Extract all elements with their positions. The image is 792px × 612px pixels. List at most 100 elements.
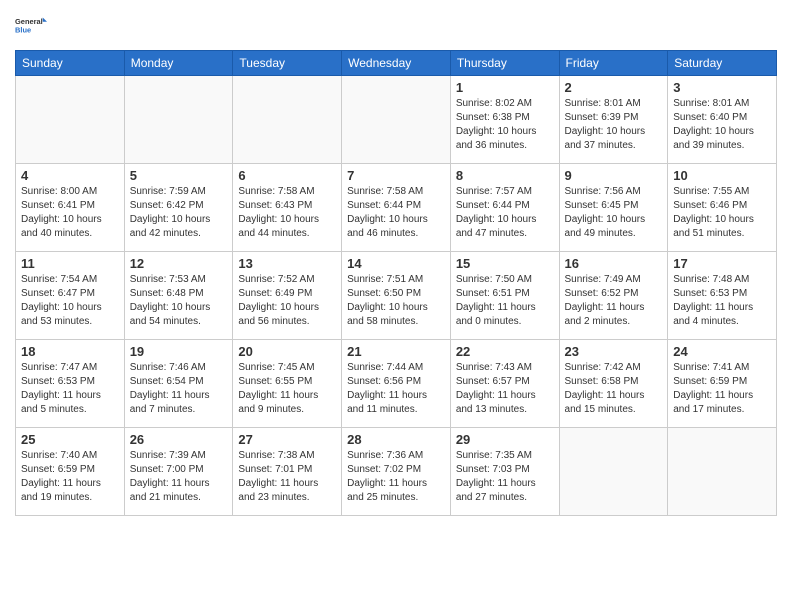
svg-text:General: General [15,17,43,26]
day-number: 3 [673,80,771,95]
day-number: 27 [238,432,336,447]
day-info: Sunrise: 8:01 AM Sunset: 6:39 PM Dayligh… [565,97,663,153]
day-header-tuesday: Tuesday [233,51,342,76]
day-info: Sunrise: 7:55 AM Sunset: 6:46 PM Dayligh… [673,185,771,241]
day-info: Sunrise: 7:44 AM Sunset: 6:56 PM Dayligh… [347,361,445,417]
calendar-cell [342,76,451,164]
calendar-cell: 28 Sunrise: 7:36 AM Sunset: 7:02 PM Dayli… [342,428,451,516]
day-info: Sunrise: 7:58 AM Sunset: 6:43 PM Dayligh… [238,185,336,241]
calendar-cell: 13 Sunrise: 7:52 AM Sunset: 6:49 PM Dayli… [233,252,342,340]
day-number: 2 [565,80,663,95]
calendar-cell [16,76,125,164]
day-info: Sunrise: 7:46 AM Sunset: 6:54 PM Dayligh… [130,361,228,417]
day-number: 1 [456,80,554,95]
day-number: 17 [673,256,771,271]
day-number: 24 [673,344,771,359]
day-number: 18 [21,344,119,359]
day-info: Sunrise: 7:54 AM Sunset: 6:47 PM Dayligh… [21,273,119,329]
calendar-cell: 7 Sunrise: 7:58 AM Sunset: 6:44 PM Daylig… [342,164,451,252]
day-number: 13 [238,256,336,271]
day-number: 4 [21,168,119,183]
day-info: Sunrise: 8:01 AM Sunset: 6:40 PM Dayligh… [673,97,771,153]
day-info: Sunrise: 7:45 AM Sunset: 6:55 PM Dayligh… [238,361,336,417]
calendar-cell: 20Sunrise: 7:45 AM Sunset: 6:55 PM Dayli… [233,340,342,428]
calendar-cell: 15 Sunrise: 7:50 AM Sunset: 6:51 PM Dayli… [450,252,559,340]
day-number: 23 [565,344,663,359]
day-info: Sunrise: 7:51 AM Sunset: 6:50 PM Dayligh… [347,273,445,329]
day-header-wednesday: Wednesday [342,51,451,76]
day-info: Sunrise: 7:39 AM Sunset: 7:00 PM Dayligh… [130,449,228,505]
calendar-cell: 4 Sunrise: 8:00 AM Sunset: 6:41 PM Daylig… [16,164,125,252]
day-number: 9 [565,168,663,183]
day-number: 22 [456,344,554,359]
calendar-cell: 16 Sunrise: 7:49 AM Sunset: 6:52 PM Dayli… [559,252,668,340]
day-info: Sunrise: 7:38 AM Sunset: 7:01 PM Dayligh… [238,449,336,505]
day-number: 29 [456,432,554,447]
day-info: Sunrise: 7:57 AM Sunset: 6:44 PM Dayligh… [456,185,554,241]
day-info: Sunrise: 8:02 AM Sunset: 6:38 PM Dayligh… [456,97,554,153]
day-header-friday: Friday [559,51,668,76]
calendar-cell: 5 Sunrise: 7:59 AM Sunset: 6:42 PM Daylig… [124,164,233,252]
day-info: Sunrise: 7:36 AM Sunset: 7:02 PM Dayligh… [347,449,445,505]
day-number: 25 [21,432,119,447]
day-info: Sunrise: 7:49 AM Sunset: 6:52 PM Dayligh… [565,273,663,329]
day-info: Sunrise: 8:00 AM Sunset: 6:41 PM Dayligh… [21,185,119,241]
calendar-cell: 8 Sunrise: 7:57 AM Sunset: 6:44 PM Daylig… [450,164,559,252]
day-info: Sunrise: 7:56 AM Sunset: 6:45 PM Dayligh… [565,185,663,241]
calendar-cell: 22 Sunrise: 7:43 AM Sunset: 6:57 PM Dayli… [450,340,559,428]
day-info: Sunrise: 7:48 AM Sunset: 6:53 PM Dayligh… [673,273,771,329]
calendar-cell: 14Sunrise: 7:51 AM Sunset: 6:50 PM Dayli… [342,252,451,340]
calendar-cell [233,76,342,164]
calendar-cell: 18Sunrise: 7:47 AM Sunset: 6:53 PM Dayli… [16,340,125,428]
calendar-cell: 29 Sunrise: 7:35 AM Sunset: 7:03 PM Dayli… [450,428,559,516]
calendar-week-row: 1 Sunrise: 8:02 AM Sunset: 6:38 PM Daylig… [16,76,777,164]
day-number: 11 [21,256,119,271]
calendar-cell: 26 Sunrise: 7:39 AM Sunset: 7:00 PM Dayli… [124,428,233,516]
day-number: 8 [456,168,554,183]
day-info: Sunrise: 7:58 AM Sunset: 6:44 PM Dayligh… [347,185,445,241]
day-number: 15 [456,256,554,271]
calendar-cell: 9 Sunrise: 7:56 AM Sunset: 6:45 PM Daylig… [559,164,668,252]
day-info: Sunrise: 7:59 AM Sunset: 6:42 PM Dayligh… [130,185,228,241]
day-number: 26 [130,432,228,447]
day-info: Sunrise: 7:52 AM Sunset: 6:49 PM Dayligh… [238,273,336,329]
calendar-cell: 1 Sunrise: 8:02 AM Sunset: 6:38 PM Daylig… [450,76,559,164]
calendar-cell: 6 Sunrise: 7:58 AM Sunset: 6:43 PM Daylig… [233,164,342,252]
day-number: 6 [238,168,336,183]
calendar-cell: 17 Sunrise: 7:48 AM Sunset: 6:53 PM Dayli… [668,252,777,340]
calendar-cell: 21 Sunrise: 7:44 AM Sunset: 6:56 PM Dayli… [342,340,451,428]
page-header: General Blue [15,10,777,42]
calendar-cell: 12Sunrise: 7:53 AM Sunset: 6:48 PM Dayli… [124,252,233,340]
calendar-cell: 10Sunrise: 7:55 AM Sunset: 6:46 PM Dayli… [668,164,777,252]
calendar-cell: 19Sunrise: 7:46 AM Sunset: 6:54 PM Dayli… [124,340,233,428]
calendar-cell [668,428,777,516]
calendar-week-row: 25 Sunrise: 7:40 AM Sunset: 6:59 PM Dayli… [16,428,777,516]
day-number: 21 [347,344,445,359]
logo: General Blue [15,10,47,42]
calendar-cell: 23 Sunrise: 7:42 AM Sunset: 6:58 PM Dayli… [559,340,668,428]
calendar-cell: 3 Sunrise: 8:01 AM Sunset: 6:40 PM Daylig… [668,76,777,164]
calendar-week-row: 11 Sunrise: 7:54 AM Sunset: 6:47 PM Dayli… [16,252,777,340]
calendar-cell: 2 Sunrise: 8:01 AM Sunset: 6:39 PM Daylig… [559,76,668,164]
day-number: 12 [130,256,228,271]
calendar-header-row: SundayMondayTuesdayWednesdayThursdayFrid… [16,51,777,76]
day-info: Sunrise: 7:50 AM Sunset: 6:51 PM Dayligh… [456,273,554,329]
day-info: Sunrise: 7:40 AM Sunset: 6:59 PM Dayligh… [21,449,119,505]
svg-text:Blue: Blue [15,25,31,34]
day-number: 7 [347,168,445,183]
calendar-cell: 11 Sunrise: 7:54 AM Sunset: 6:47 PM Dayli… [16,252,125,340]
logo-svg: General Blue [15,10,47,42]
day-header-saturday: Saturday [668,51,777,76]
day-number: 28 [347,432,445,447]
day-header-thursday: Thursday [450,51,559,76]
day-info: Sunrise: 7:35 AM Sunset: 7:03 PM Dayligh… [456,449,554,505]
calendar-cell [559,428,668,516]
day-info: Sunrise: 7:43 AM Sunset: 6:57 PM Dayligh… [456,361,554,417]
day-number: 5 [130,168,228,183]
calendar-table: SundayMondayTuesdayWednesdayThursdayFrid… [15,50,777,516]
day-info: Sunrise: 7:42 AM Sunset: 6:58 PM Dayligh… [565,361,663,417]
calendar-week-row: 18Sunrise: 7:47 AM Sunset: 6:53 PM Dayli… [16,340,777,428]
calendar-cell: 27 Sunrise: 7:38 AM Sunset: 7:01 PM Dayli… [233,428,342,516]
calendar-cell: 25 Sunrise: 7:40 AM Sunset: 6:59 PM Dayli… [16,428,125,516]
day-number: 16 [565,256,663,271]
